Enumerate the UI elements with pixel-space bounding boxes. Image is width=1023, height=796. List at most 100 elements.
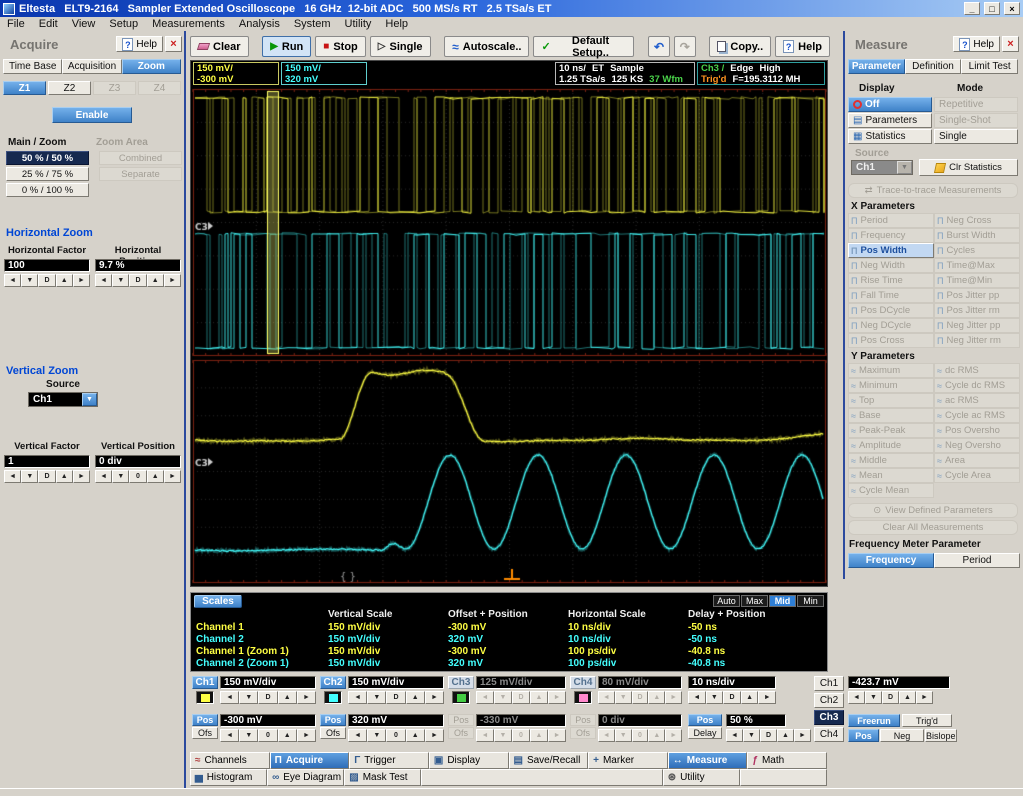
spinner-button[interactable]: D xyxy=(723,691,741,704)
bottom-tab[interactable]: ▣ Display xyxy=(429,752,509,769)
waveform-display[interactable] xyxy=(192,88,827,586)
channel2-readout[interactable]: 150 mV/ 320 mV xyxy=(281,62,367,85)
channel2-button[interactable]: Ch2 xyxy=(320,676,346,689)
main-zoom-option[interactable]: 25 % / 75 % xyxy=(6,167,89,181)
main-zoom-option[interactable]: 0 % / 100 % xyxy=(6,183,89,197)
zoom-area-option[interactable]: Combined xyxy=(99,151,182,165)
freerun-button[interactable]: Freerun xyxy=(848,714,900,727)
spinner-button[interactable]: ► xyxy=(73,274,90,287)
enable-button[interactable]: Enable xyxy=(52,107,132,123)
channel1-color-swatch[interactable] xyxy=(196,691,214,704)
bottom-tab-utility[interactable]: ⊛ Utility xyxy=(663,769,740,786)
bottom-tab[interactable]: + Marker xyxy=(588,752,668,769)
spinner-button[interactable]: ▲ xyxy=(56,274,73,287)
spinner-button[interactable]: ◄ xyxy=(688,691,706,704)
run-button[interactable]: ▶ Run xyxy=(262,36,311,57)
spinner-button[interactable]: ► xyxy=(794,729,811,742)
horizontal-position-value[interactable]: 9.7 % xyxy=(95,259,181,272)
trigger-source-button[interactable]: Ch1 xyxy=(814,676,844,691)
spinner-button[interactable]: ▼ xyxy=(112,470,129,483)
trigger-slope-button[interactable]: Neg xyxy=(880,729,924,742)
menu-item[interactable]: System xyxy=(287,18,338,30)
trigger-readout[interactable]: Ch3 / Edge High Trig'd F=195.3112 MH xyxy=(697,62,825,85)
display-statistics-button[interactable]: ▦ Statistics xyxy=(848,129,932,144)
delay-value[interactable]: 50 % xyxy=(726,714,786,727)
spinner-button[interactable]: ▲ xyxy=(56,470,73,483)
copy-button[interactable]: Copy.. xyxy=(709,36,771,57)
spinner-button[interactable]: 0 xyxy=(129,470,146,483)
clear-button[interactable]: Clear xyxy=(190,36,249,57)
close-button[interactable]: × xyxy=(1004,2,1020,15)
spinner-button[interactable]: ▼ xyxy=(21,470,38,483)
spinner-button[interactable]: ◄ xyxy=(4,470,21,483)
bottom-tab[interactable]: ↔ Measure xyxy=(668,752,748,769)
acquire-help-button[interactable]: ? Help xyxy=(116,36,163,52)
acquire-tab[interactable]: Time Base xyxy=(3,59,62,74)
acquire-close-button[interactable]: × xyxy=(165,36,182,52)
channel1-scale-value[interactable]: 150 mV/div xyxy=(220,676,316,689)
horizontal-factor-value[interactable]: 100 xyxy=(4,259,90,272)
autoscale-button[interactable]: ≈ Autoscale.. xyxy=(444,36,529,57)
spinner-button[interactable]: D xyxy=(258,691,277,704)
spinner-button[interactable]: ◄ xyxy=(348,691,367,704)
channel2-color-swatch[interactable] xyxy=(324,691,342,704)
menu-item[interactable]: Utility xyxy=(338,18,379,30)
menu-item[interactable]: View xyxy=(65,18,103,30)
spinner-button[interactable]: ◄ xyxy=(726,729,743,742)
spinner-button[interactable]: ◄ xyxy=(4,274,21,287)
spinner-button[interactable]: ▲ xyxy=(406,691,425,704)
maximize-button[interactable]: □ xyxy=(984,2,1000,15)
display-parameters-button[interactable]: ▤ Parameters xyxy=(848,113,932,128)
delay-pos-button[interactable]: Pos xyxy=(688,714,722,726)
spinner-button[interactable]: ► xyxy=(164,470,181,483)
redo-button[interactable]: ↷ xyxy=(674,36,696,57)
spinner-button[interactable]: ▼ xyxy=(239,729,258,742)
frequency-meter-button[interactable]: Period xyxy=(934,553,1020,568)
spinner-button[interactable]: ▼ xyxy=(112,274,129,287)
channel2-position-value[interactable]: 320 mV xyxy=(348,714,444,727)
acquire-tab[interactable]: Zoom xyxy=(122,59,181,74)
mode-single-button[interactable]: Single xyxy=(934,129,1018,144)
measure-close-button[interactable]: × xyxy=(1002,36,1019,52)
channel2-ofs-button[interactable]: Ofs xyxy=(320,727,346,739)
menu-item[interactable]: Analysis xyxy=(232,18,287,30)
spinner-button[interactable]: ◄ xyxy=(220,729,239,742)
timebase-readout[interactable]: 10 ns/ ET Sample 1.25 TSa/s 125 KS 37 Wf… xyxy=(555,62,695,85)
display-off-button[interactable]: Off xyxy=(848,97,932,112)
spinner-button[interactable]: ▲ xyxy=(147,470,164,483)
scales-size-button[interactable]: Auto xyxy=(713,595,740,607)
channel2-pos-button[interactable]: Pos xyxy=(320,714,346,726)
vertical-position-value[interactable]: 0 div xyxy=(95,455,181,468)
menu-item[interactable]: File xyxy=(0,18,32,30)
spinner-button[interactable]: D xyxy=(386,691,405,704)
vertical-factor-value[interactable]: 1 xyxy=(4,455,90,468)
menu-item[interactable]: Setup xyxy=(102,18,145,30)
spinner-button[interactable]: ▲ xyxy=(278,691,297,704)
vertical-zoom-source-dropdown[interactable]: Ch1 ▼ xyxy=(28,392,98,407)
spinner-button[interactable]: D xyxy=(129,274,146,287)
trigger-source-button[interactable]: Ch3 xyxy=(814,710,844,725)
channel1-pos-button[interactable]: Pos xyxy=(192,714,218,726)
spinner-button[interactable]: ► xyxy=(758,691,776,704)
trigger-level-value[interactable]: -423.7 mV xyxy=(848,676,950,689)
measure-tab[interactable]: Limit Test xyxy=(961,59,1018,74)
frequency-meter-button[interactable]: Frequency xyxy=(848,553,934,568)
channel4-color-swatch[interactable] xyxy=(574,691,592,704)
spinner-button[interactable]: ▲ xyxy=(278,729,297,742)
zoom-select-button[interactable]: Z4 xyxy=(138,81,181,95)
channel3-button[interactable]: Ch3 xyxy=(448,676,474,689)
spinner-button[interactable]: ▼ xyxy=(239,691,258,704)
chevron-down-icon[interactable]: ▼ xyxy=(82,393,97,406)
menu-item[interactable]: Edit xyxy=(32,18,65,30)
single-button[interactable]: ▷ Single xyxy=(370,36,431,57)
channel3-color-swatch[interactable] xyxy=(452,691,470,704)
trigd-button[interactable]: Trig'd xyxy=(902,714,952,727)
scales-size-button[interactable]: Mid xyxy=(769,595,796,607)
spinner-button[interactable]: ► xyxy=(297,729,316,742)
spinner-button[interactable]: ▲ xyxy=(406,729,425,742)
spinner-button[interactable]: ▼ xyxy=(865,691,882,704)
bottom-tab[interactable]: ▨ Mask Test xyxy=(344,769,421,786)
spinner-button[interactable]: ▼ xyxy=(743,729,760,742)
menu-item[interactable]: Help xyxy=(378,18,415,30)
measure-help-button[interactable]: ? Help xyxy=(953,36,1000,52)
